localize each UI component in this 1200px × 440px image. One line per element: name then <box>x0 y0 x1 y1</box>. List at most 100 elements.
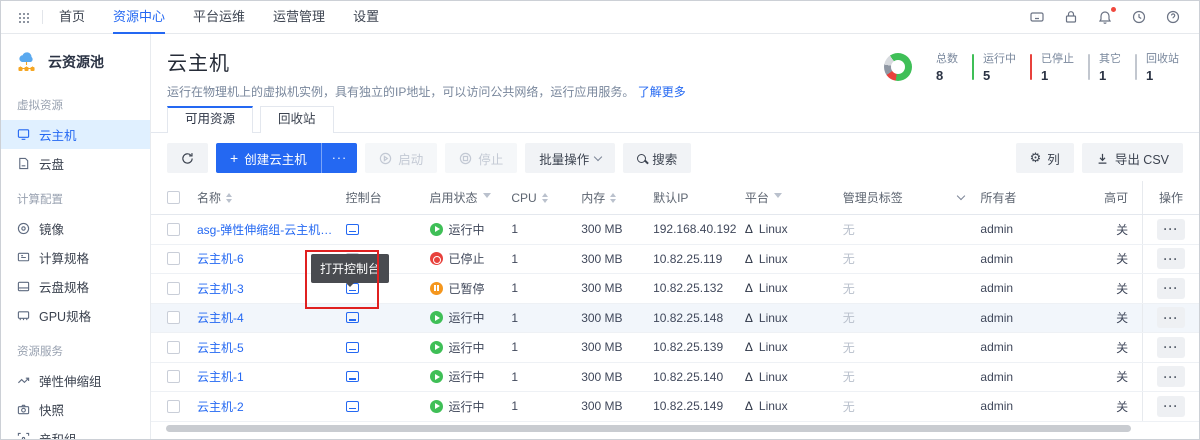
tab-recycle-bin[interactable]: 回收站 <box>260 106 334 133</box>
chevron-down-icon[interactable] <box>957 192 965 200</box>
vm-name-link[interactable]: 云主机-3 <box>197 280 244 297</box>
vm-name-link[interactable]: 云主机-4 <box>197 309 244 326</box>
sidebar-item-compute-spec[interactable]: 计算规格 <box>1 243 150 272</box>
row-actions-button[interactable] <box>1157 307 1185 328</box>
sort-icon[interactable] <box>610 190 616 206</box>
nav-item-resource-center[interactable]: 资源中心 <box>113 1 165 34</box>
sidebar-item-snapshot[interactable]: 快照 <box>1 395 150 424</box>
refresh-button[interactable] <box>167 143 208 173</box>
learn-more-link[interactable]: 了解更多 <box>638 85 686 99</box>
vm-name-link[interactable]: 云主机-6 <box>197 250 244 267</box>
open-console-icon[interactable] <box>346 371 359 382</box>
stop-button[interactable]: 停止 <box>445 143 517 173</box>
vm-name-link[interactable]: asg-弹性伸缩组-云主机-1e2fc <box>197 221 336 238</box>
row-actions-button[interactable] <box>1157 366 1185 387</box>
sidebar-item-cloud-host[interactable]: 云主机 <box>1 120 150 149</box>
vm-name-link[interactable]: 云主机-5 <box>197 339 244 356</box>
open-console-icon[interactable] <box>346 342 359 353</box>
sidebar-item-cloud-disk[interactable]: 云盘 <box>1 149 150 178</box>
sort-icon[interactable] <box>542 190 548 206</box>
table-row[interactable]: 云主机-3 已暂停 1 300 MB 10.82.25.132 ΔLinux 无… <box>151 274 1199 304</box>
column-settings-button[interactable]: ⚙列 <box>1016 143 1074 173</box>
row-checkbox[interactable] <box>167 400 180 413</box>
top-navigation: 首页 资源中心 平台运维 运营管理 设置 <box>1 1 1199 34</box>
autoscaling-icon <box>17 374 30 387</box>
sort-icon[interactable] <box>226 190 232 206</box>
nav-item-platform-ops[interactable]: 平台运维 <box>193 1 245 34</box>
row-actions-button[interactable] <box>1157 219 1185 240</box>
sidebar-item-label: GPU规格 <box>39 306 91 325</box>
status-paused-icon <box>430 282 443 295</box>
column-cpu[interactable]: CPU <box>511 190 581 206</box>
sidebar-item-image[interactable]: 镜像 <box>1 214 150 243</box>
status-text: 已暂停 <box>449 280 485 297</box>
row-checkbox[interactable] <box>167 370 180 383</box>
image-icon <box>17 222 30 235</box>
open-console-icon[interactable] <box>346 401 359 412</box>
admin-tag-value: 无 <box>843 280 981 297</box>
sidebar-item-affinity-group[interactable]: 亲和组 <box>1 424 150 440</box>
sidebar-item-gpu-spec[interactable]: GPU规格 <box>1 301 150 330</box>
resource-pool-header[interactable]: 云资源池 <box>1 44 150 84</box>
row-checkbox[interactable] <box>167 252 180 265</box>
lock-icon[interactable] <box>1063 9 1079 25</box>
tab-available-resources[interactable]: 可用资源 <box>167 106 253 133</box>
row-checkbox[interactable] <box>167 341 180 354</box>
sidebar-section-resource-services: 资源服务 <box>1 330 150 366</box>
play-icon <box>379 152 392 165</box>
table-row[interactable]: 云主机-2 运行中 1 300 MB 10.82.25.149 ΔLinux 无… <box>151 392 1199 422</box>
filter-icon[interactable] <box>483 193 491 202</box>
sidebar-item-autoscaling-group[interactable]: 弹性伸缩组 <box>1 366 150 395</box>
column-admin-tag[interactable]: 管理员标签 <box>843 189 981 206</box>
notification-bell-icon[interactable] <box>1097 9 1113 25</box>
search-button[interactable]: 搜索 <box>623 143 691 173</box>
table-row-hovered[interactable]: 云主机-4 运行中 1 300 MB 10.82.25.148 ΔLinux 无… <box>151 304 1199 334</box>
horizontal-scrollbar[interactable] <box>166 425 1185 433</box>
row-checkbox[interactable] <box>167 223 180 236</box>
row-actions-button[interactable] <box>1157 248 1185 269</box>
column-status[interactable]: 启用状态 <box>430 189 512 206</box>
status-running-icon <box>430 370 443 383</box>
export-csv-button[interactable]: 导出 CSV <box>1082 143 1183 173</box>
history-icon[interactable] <box>1131 9 1147 25</box>
scrollbar-thumb[interactable] <box>166 425 1131 432</box>
column-memory[interactable]: 内存 <box>581 189 653 206</box>
app-grid-icon[interactable] <box>19 13 28 22</box>
row-checkbox[interactable] <box>167 282 180 295</box>
table-row[interactable]: 云主机-1 运行中 1 300 MB 10.82.25.140 ΔLinux 无… <box>151 363 1199 393</box>
column-name[interactable]: 名称 <box>197 189 342 206</box>
nav-item-operation-mgmt[interactable]: 运营管理 <box>273 1 325 34</box>
admin-tag-value: 无 <box>843 309 981 326</box>
stat-total: 总数8 <box>936 50 958 83</box>
linux-icon: Δ <box>745 340 753 354</box>
ticket-icon[interactable] <box>1029 9 1045 25</box>
column-default-ip[interactable]: 默认IP <box>653 189 745 206</box>
row-actions-button[interactable] <box>1157 278 1185 299</box>
create-host-button[interactable]: +创建云主机 <box>216 143 321 173</box>
nav-item-home[interactable]: 首页 <box>59 1 85 34</box>
start-button[interactable]: 启动 <box>365 143 437 173</box>
owner-value: admin <box>980 399 1080 413</box>
filter-icon[interactable] <box>774 193 782 202</box>
nav-item-settings[interactable]: 设置 <box>353 1 379 34</box>
owner-value: admin <box>980 340 1080 354</box>
column-platform[interactable]: 平台 <box>745 189 843 206</box>
table-row[interactable]: 云主机-6 已停止 1 300 MB 10.82.25.119 ΔLinux 无… <box>151 245 1199 275</box>
batch-actions-button[interactable]: 批量操作 <box>525 143 615 173</box>
row-actions-button[interactable] <box>1157 337 1185 358</box>
vm-name-link[interactable]: 云主机-1 <box>197 368 244 385</box>
status-text: 运行中 <box>449 368 485 385</box>
table-row[interactable]: asg-弹性伸缩组-云主机-1e2fc 运行中 1 300 MB 192.168… <box>151 215 1199 245</box>
sidebar-item-disk-spec[interactable]: 云盘规格 <box>1 272 150 301</box>
vm-name-link[interactable]: 云主机-2 <box>197 398 244 415</box>
row-actions-button[interactable] <box>1157 396 1185 417</box>
status-text: 运行中 <box>449 339 485 356</box>
create-more-options-button[interactable]: ··· <box>321 143 358 173</box>
memory-value: 300 MB <box>581 281 653 295</box>
select-all-checkbox[interactable] <box>167 191 180 204</box>
help-icon[interactable] <box>1165 9 1181 25</box>
open-console-icon[interactable] <box>346 312 359 323</box>
table-row[interactable]: 云主机-5 运行中 1 300 MB 10.82.25.139 ΔLinux 无… <box>151 333 1199 363</box>
open-console-icon[interactable] <box>346 224 359 235</box>
row-checkbox[interactable] <box>167 311 180 324</box>
